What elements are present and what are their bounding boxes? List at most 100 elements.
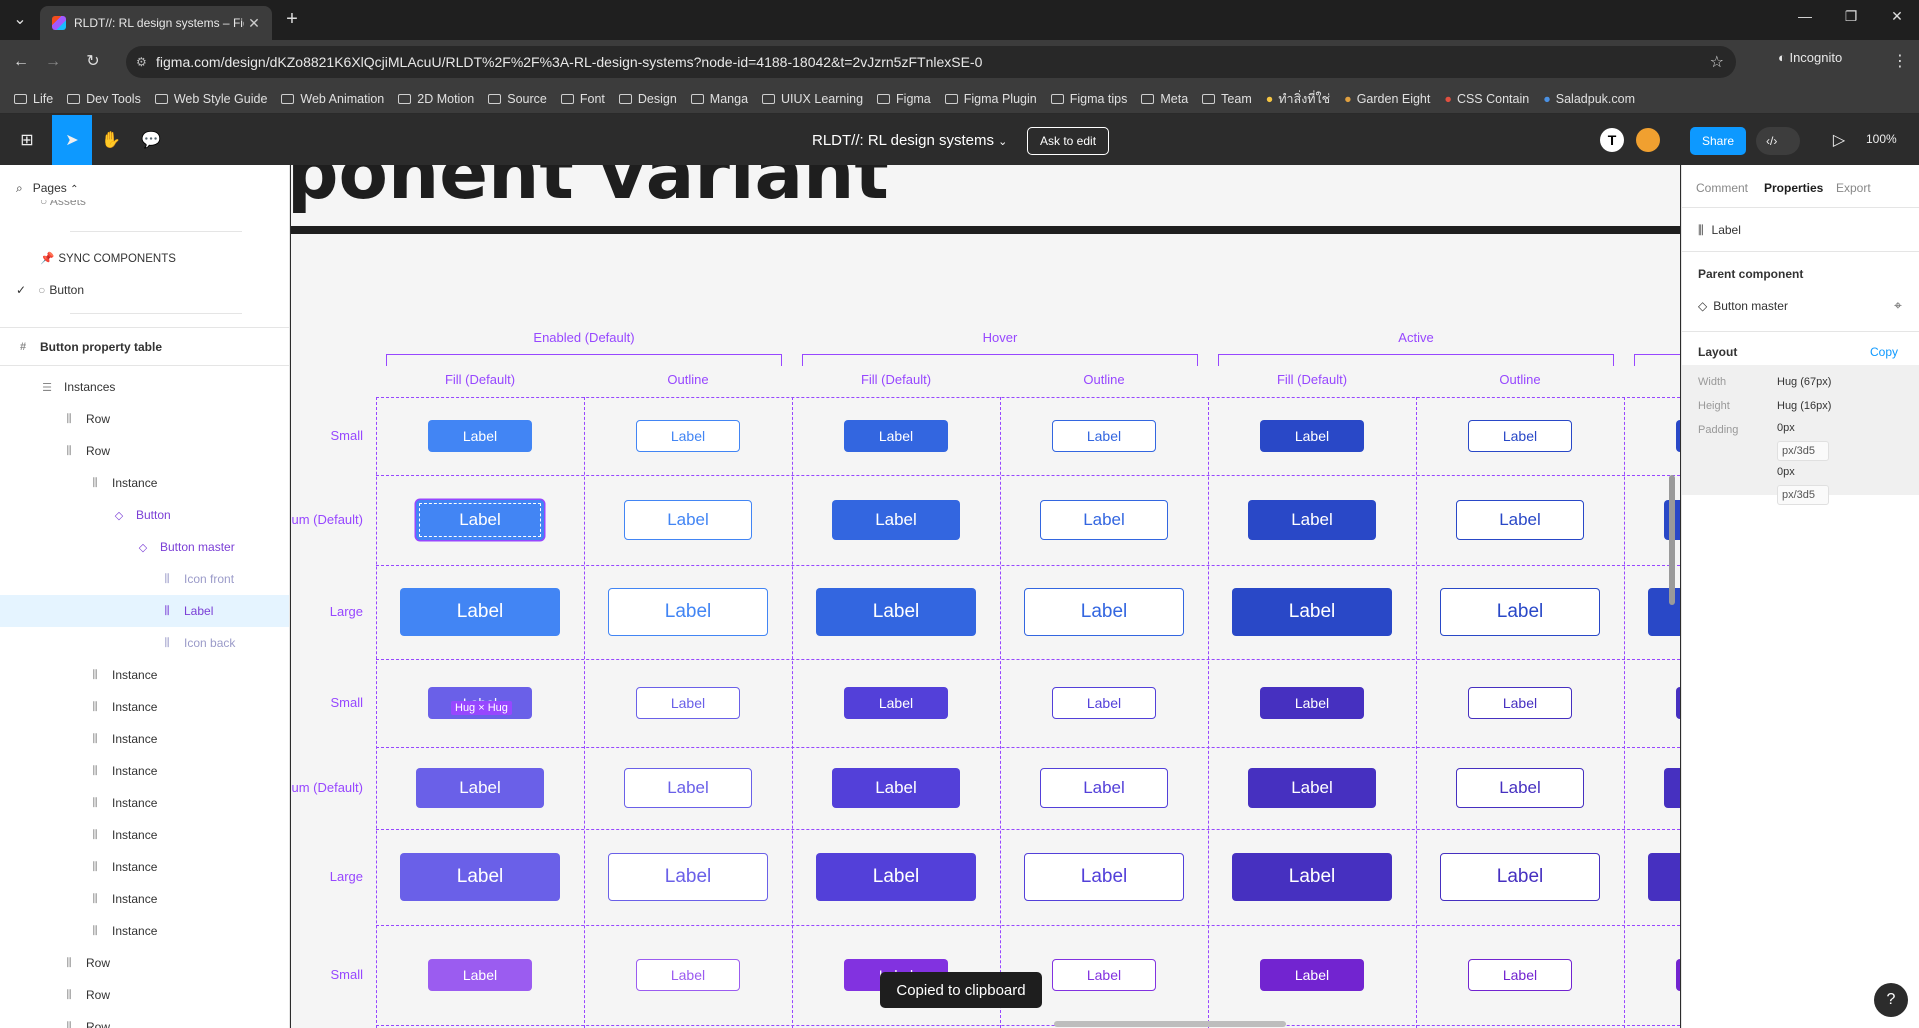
layer-instance[interactable]: ⫼ Instance	[0, 851, 289, 883]
layer-label-selected[interactable]: ⫼ Label	[0, 595, 289, 627]
fill-button-variant[interactable]: Label	[1232, 588, 1392, 636]
fill-button-variant[interactable]: Label	[1260, 959, 1364, 991]
fill-button-variant[interactable]: Label	[1648, 588, 1680, 636]
forward-icon[interactable]: →	[42, 52, 64, 72]
bookmark-item[interactable]: ● Garden Eight	[1344, 92, 1430, 106]
layer-instance[interactable]: ⫼ Instance	[0, 723, 289, 755]
outline-button-variant[interactable]: Label	[1024, 853, 1184, 901]
bookmark-item[interactable]: Figma	[877, 92, 931, 106]
layer-frame[interactable]: # Button property table	[0, 331, 289, 363]
bookmark-item[interactable]: Web Animation	[281, 92, 384, 106]
layer-row[interactable]: ⫼ Row	[0, 979, 289, 1011]
browser-menu-icon[interactable]: ⋮	[1890, 52, 1910, 72]
layer-instance[interactable]: ⫼ Instance	[0, 691, 289, 723]
outline-button-variant[interactable]: Label	[1468, 959, 1572, 991]
fill-button-variant[interactable]: Label	[1676, 687, 1680, 719]
vertical-scrollbar[interactable]	[1669, 475, 1675, 605]
layer-row[interactable]: ⫼ Row	[0, 435, 289, 467]
bookmark-item[interactable]: ● CSS Contain	[1444, 92, 1529, 106]
document-title[interactable]: RLDT//: RL design systems ⌄	[812, 132, 1007, 149]
outline-button-variant[interactable]: Label	[608, 853, 768, 901]
bookmark-item[interactable]: Source	[488, 92, 547, 106]
fill-button-variant[interactable]: Label	[428, 420, 532, 452]
bookmark-item[interactable]: Life	[14, 92, 53, 106]
parent-component-link[interactable]: ◇ Button master	[1698, 299, 1788, 313]
outline-button-variant[interactable]: Label	[1468, 420, 1572, 452]
fill-button-variant[interactable]: Label	[1676, 959, 1680, 991]
layer-button[interactable]: ◇ Button	[0, 499, 289, 531]
fill-button-variant[interactable]: Label	[1248, 768, 1376, 808]
fill-button-variant[interactable]: Label	[1260, 420, 1364, 452]
browser-tab[interactable]: RLDT//: RL design systems – Fig ✕	[40, 6, 272, 40]
comment-tool-icon[interactable]: 💬	[134, 123, 168, 157]
bookmark-item[interactable]: ● ทำสิ่งที่ใช่	[1266, 89, 1330, 109]
tab-comment[interactable]: Comment	[1696, 181, 1748, 195]
url-input[interactable]: ⚙ figma.com/design/dKZo8821K6XlQcjiMLAcu…	[126, 46, 1736, 78]
outline-button-variant[interactable]: Label	[1440, 588, 1600, 636]
search-icon[interactable]: ⌕	[16, 181, 23, 195]
fill-button-variant[interactable]: Label	[1676, 420, 1680, 452]
help-button[interactable]: ?	[1874, 983, 1908, 1017]
bookmark-item[interactable]: Figma tips	[1050, 92, 1127, 106]
layer-instance[interactable]: ⫼ Instance	[0, 819, 289, 851]
horizontal-scrollbar[interactable]	[1054, 1021, 1286, 1027]
bookmark-item[interactable]: Web Style Guide	[154, 92, 267, 106]
share-button[interactable]: Share	[1690, 127, 1746, 155]
outline-button-variant[interactable]: Label	[1456, 500, 1584, 540]
bookmark-item[interactable]: 2D Motion	[398, 92, 474, 106]
outline-button-variant[interactable]: Label	[1040, 500, 1168, 540]
layer-instance[interactable]: ⫼ Instance	[0, 755, 289, 787]
layer-row[interactable]: ⫼ Row	[0, 403, 289, 435]
bookmark-star-icon[interactable]: ☆	[1710, 52, 1724, 72]
layer-row[interactable]: ⫼ Row	[0, 947, 289, 979]
outline-button-variant[interactable]: Label	[624, 768, 752, 808]
layer-instance[interactable]: ⫼ Instance	[0, 915, 289, 947]
tab-search-icon[interactable]: ⌄	[10, 10, 30, 30]
back-icon[interactable]: ←	[10, 52, 32, 72]
outline-button-variant[interactable]: Label	[1456, 768, 1584, 808]
design-canvas[interactable]: ponent variant Enabled (Default) Hover Act…	[291, 165, 1680, 1028]
bookmark-item[interactable]: UIUX Learning	[762, 92, 863, 106]
avatar[interactable]: T	[1600, 128, 1624, 152]
copy-button[interactable]: Copy	[1870, 345, 1898, 359]
outline-button-variant[interactable]: Label	[1052, 687, 1156, 719]
bookmark-item[interactable]: ● Saladpuk.com	[1543, 92, 1635, 106]
bookmark-item[interactable]: Design	[618, 92, 677, 106]
page-sync-components[interactable]: 📌 SYNC COMPONENTS	[40, 251, 176, 265]
fill-button-variant[interactable]: Label	[1232, 853, 1392, 901]
layer-instance[interactable]: ⫼ Instance	[0, 659, 289, 691]
restore-icon[interactable]: ❐	[1836, 8, 1866, 25]
reload-icon[interactable]: ↻	[82, 52, 104, 72]
outline-button-variant[interactable]: Label	[624, 500, 752, 540]
bookmark-item[interactable]: Figma Plugin	[944, 92, 1037, 106]
tab-export[interactable]: Export	[1836, 181, 1871, 195]
go-to-main-component-icon[interactable]: ⌖	[1894, 297, 1902, 314]
layer-icon-back[interactable]: ⫼ Icon back	[0, 627, 289, 659]
incognito-badge[interactable]: ◐ Incognito	[1778, 50, 1842, 65]
outline-button-variant[interactable]: Label	[1052, 420, 1156, 452]
new-tab-icon[interactable]: +	[282, 9, 302, 29]
fill-button-variant[interactable]: Label	[844, 687, 948, 719]
fill-button-variant[interactable]: Label	[816, 588, 976, 636]
fill-button-variant[interactable]: Label	[1648, 853, 1680, 901]
bookmark-item[interactable]: Team	[1202, 92, 1252, 106]
layer-instance[interactable]: ⫼ Instance	[0, 467, 289, 499]
hand-tool-icon[interactable]: ✋	[94, 123, 128, 157]
fill-button-variant[interactable]: Label	[400, 588, 560, 636]
fill-button-variant[interactable]: Label	[816, 853, 976, 901]
outline-button-variant[interactable]: Label	[1468, 687, 1572, 719]
outline-button-variant[interactable]: Label	[636, 420, 740, 452]
fill-button-variant[interactable]: Label	[832, 768, 960, 808]
bookmark-item[interactable]: Manga	[690, 92, 748, 106]
layer-instances[interactable]: ☰ Instances	[0, 371, 289, 403]
fill-button-variant[interactable]: Label	[416, 500, 544, 540]
tab-close-icon[interactable]: ✕	[244, 15, 264, 32]
layer-button-master[interactable]: ◇ Button master	[0, 531, 289, 563]
layer-row[interactable]: ⫼ Row	[0, 1011, 289, 1028]
pages-header[interactable]: ⌕ Pages ⌃	[16, 181, 79, 196]
fill-button-variant[interactable]: Label	[844, 420, 948, 452]
site-info-icon[interactable]: ⚙	[136, 55, 147, 69]
outline-button-variant[interactable]: Label	[1440, 853, 1600, 901]
layer-instance[interactable]: ⫼ Instance	[0, 883, 289, 915]
outline-button-variant[interactable]: Label	[636, 959, 740, 991]
